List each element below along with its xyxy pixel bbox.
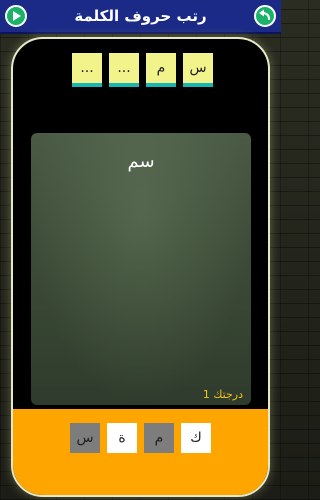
letter-tile[interactable]: ة (107, 423, 137, 453)
answer-slot[interactable]: ... (72, 53, 102, 87)
formed-word: سم (127, 151, 155, 172)
letter-tile[interactable]: ك (181, 423, 211, 453)
page-title: رتب حروف الكلمة (74, 7, 207, 25)
answer-slot[interactable]: م (146, 53, 176, 87)
game-frame: ... ... م س سم درجتك 1 س ة م ك (11, 37, 270, 497)
top-bar: رتب حروف الكلمة (0, 0, 281, 34)
word-board: سم درجتك 1 (31, 133, 251, 405)
letter-tray: س ة م ك (13, 409, 268, 495)
level-label: درجتك 1 (202, 388, 243, 401)
play-arrow-icon[interactable] (5, 5, 27, 27)
answer-slot[interactable]: س (183, 53, 213, 87)
back-arrow-icon[interactable] (254, 5, 276, 27)
letter-tile[interactable]: م (144, 423, 174, 453)
answer-slots: ... ... م س (72, 53, 213, 87)
answer-slot[interactable]: ... (109, 53, 139, 87)
letter-tile[interactable]: س (70, 423, 100, 453)
